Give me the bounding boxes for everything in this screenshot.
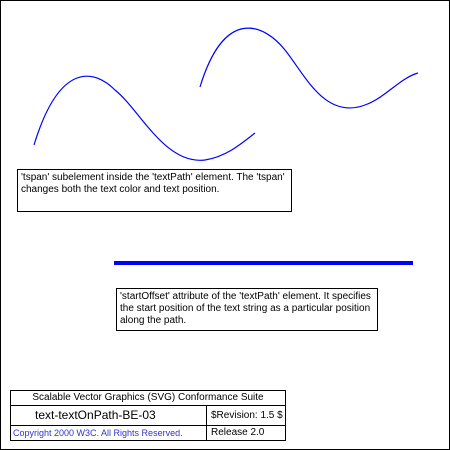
revision-label: $Revision: 1.5 $ <box>207 405 285 425</box>
wave-path-left <box>33 75 256 161</box>
release-label: Release 2.0 <box>207 425 285 440</box>
wave-path-right <box>199 27 419 109</box>
start-offset-description-text: 'startOffset' attribute of the 'textPath… <box>120 291 371 326</box>
start-offset-description-box: 'startOffset' attribute of the 'textPath… <box>116 288 378 331</box>
conformance-legend: Scalable Vector Graphics (SVG) Conforman… <box>10 390 286 441</box>
svg-canvas <box>33 27 419 265</box>
suite-title: Scalable Vector Graphics (SVG) Conforman… <box>32 392 264 403</box>
tspan-description-box: 'tspan' subelement inside the 'textPath'… <box>17 169 292 212</box>
tspan-description-text: 'tspan' subelement inside the 'textPath'… <box>21 172 285 195</box>
test-name: text-textOnPath-BE-03 <box>11 405 207 425</box>
copyright-notice: Copyright 2000 W3C. All Rights Reserved. <box>11 425 207 440</box>
